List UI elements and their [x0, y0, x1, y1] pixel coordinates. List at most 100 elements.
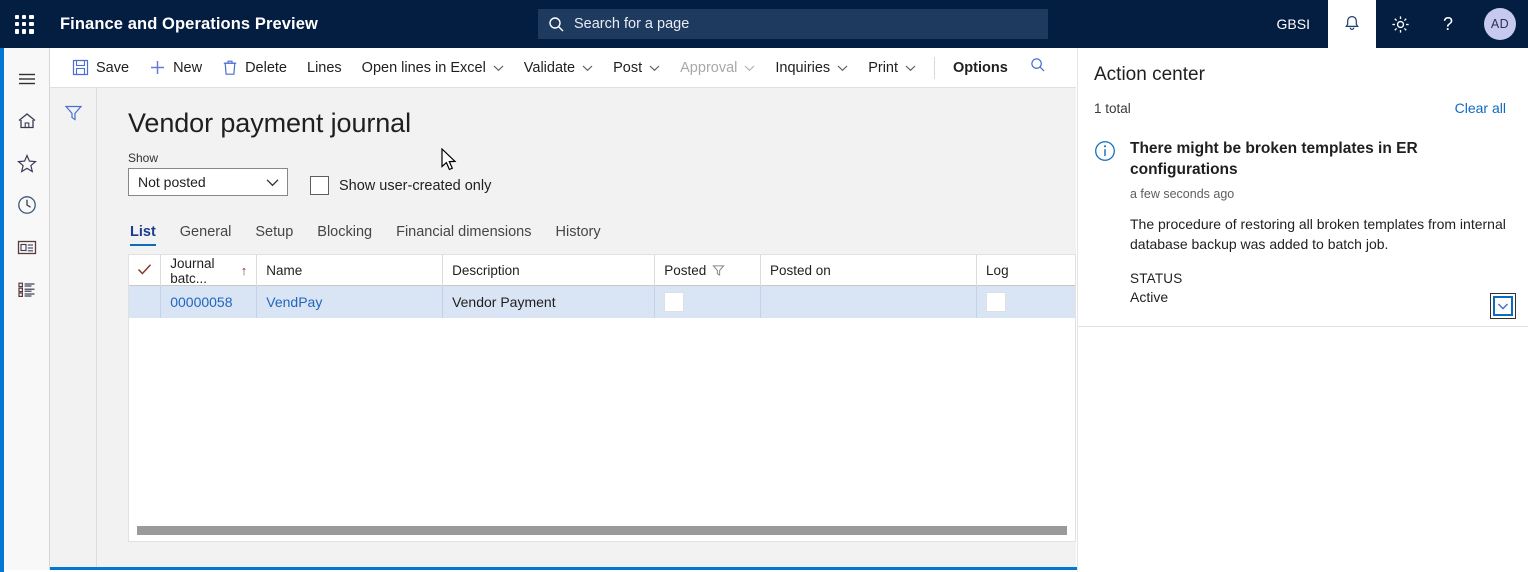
- notifications-button[interactable]: [1328, 0, 1376, 48]
- checkbox-box: [310, 176, 329, 195]
- cell-description[interactable]: Vendor Payment: [443, 286, 656, 318]
- command-inquiries-label: Inquiries: [775, 59, 831, 76]
- command-post[interactable]: Post: [603, 48, 670, 88]
- command-separator: [934, 56, 936, 79]
- filter-toggle-button[interactable]: [59, 100, 87, 126]
- tab-general[interactable]: General: [168, 224, 244, 246]
- table-row[interactable]: 00000058 VendPay Vendor Payment: [129, 286, 1075, 318]
- app-root: Finance and Operations Preview Search fo…: [0, 0, 1528, 572]
- command-print[interactable]: Print: [858, 48, 926, 88]
- horizontal-scrollbar[interactable]: [137, 526, 1067, 535]
- grid-header-journal-batch-number[interactable]: Journal batc... ↑: [161, 255, 258, 286]
- svg-text:?: ?: [1443, 14, 1453, 34]
- grid-header-name[interactable]: Name: [257, 255, 444, 286]
- grid-header-label: Name: [266, 263, 303, 278]
- command-save[interactable]: Save: [62, 48, 139, 88]
- tab-setup[interactable]: Setup: [243, 224, 305, 246]
- page-title: Vendor payment journal: [128, 108, 411, 138]
- search-icon: [548, 16, 565, 33]
- grid-header-posted[interactable]: Posted: [655, 255, 762, 286]
- chevron-down-icon: [493, 64, 504, 72]
- grid-header-posted-on[interactable]: Posted on: [761, 255, 978, 286]
- command-inquiries[interactable]: Inquiries: [765, 48, 858, 88]
- filter-funnel-icon: [64, 105, 82, 121]
- chevron-down-icon: [582, 64, 593, 72]
- top-navigation-bar: Finance and Operations Preview Search fo…: [0, 0, 1528, 48]
- app-launcher-button[interactable]: [0, 0, 48, 48]
- workspace-icon: [17, 240, 36, 254]
- cell-log[interactable]: [977, 286, 1075, 318]
- cell-posted-on[interactable]: [761, 286, 978, 318]
- filter-pane: [50, 88, 97, 570]
- question-mark-icon: ?: [1443, 14, 1453, 34]
- command-search-button[interactable]: [1018, 48, 1058, 88]
- notification-message: The procedure of restoring all broken te…: [1130, 215, 1506, 252]
- command-validate[interactable]: Validate: [514, 48, 603, 88]
- chevron-down-icon: [837, 64, 848, 72]
- name-link[interactable]: VendPay: [266, 294, 322, 310]
- page-content: Vendor payment journal Show Not posted S…: [97, 88, 1076, 570]
- log-checkbox[interactable]: [986, 292, 1007, 312]
- command-delete[interactable]: Delete: [212, 48, 297, 88]
- notification-status-value: Active: [1130, 288, 1169, 305]
- command-lines[interactable]: Lines: [297, 48, 352, 88]
- sidebar-item-modules[interactable]: [4, 268, 50, 310]
- grid-header-label: Log: [986, 263, 1009, 278]
- tab-blocking[interactable]: Blocking: [305, 224, 384, 246]
- command-print-label: Print: [868, 59, 899, 76]
- command-options[interactable]: Options: [943, 48, 1018, 88]
- tab-financial-dimensions[interactable]: Financial dimensions: [384, 224, 543, 246]
- tab-list[interactable]: List: [128, 224, 168, 246]
- grid-header-log[interactable]: Log: [977, 255, 1075, 286]
- notification-count: 1 total: [1094, 100, 1131, 116]
- save-disk-icon: [72, 59, 89, 76]
- global-search-box[interactable]: Search for a page: [538, 9, 1048, 39]
- cell-posted[interactable]: [655, 286, 762, 318]
- show-filter-value: Not posted: [138, 174, 206, 190]
- cell-journal-batch-number[interactable]: 00000058: [161, 286, 258, 318]
- sidebar-item-recent[interactable]: [4, 184, 50, 226]
- notification-item[interactable]: There might be broken templates in ER co…: [1078, 116, 1528, 305]
- command-new[interactable]: New: [139, 48, 212, 88]
- notification-status-label: STATUS: [1130, 270, 1183, 286]
- tab-history[interactable]: History: [544, 224, 613, 246]
- list-icon: [17, 282, 34, 297]
- star-icon: [16, 153, 37, 173]
- grid-header-description[interactable]: Description: [443, 255, 656, 286]
- journal-batch-number-link[interactable]: 00000058: [170, 294, 232, 310]
- global-search-placeholder: Search for a page: [574, 16, 690, 32]
- show-filter-select[interactable]: Not posted: [128, 168, 288, 196]
- settings-button[interactable]: [1376, 0, 1424, 48]
- chevron-down-icon: [744, 64, 755, 72]
- command-delete-label: Delete: [245, 59, 287, 76]
- action-center-divider: [1078, 326, 1528, 327]
- show-user-created-only-checkbox[interactable]: Show user-created only: [310, 176, 491, 195]
- help-button[interactable]: ?: [1424, 0, 1472, 48]
- avatar: AD: [1484, 8, 1516, 40]
- filter-funnel-icon: [712, 264, 725, 277]
- user-avatar-button[interactable]: AD: [1472, 0, 1528, 48]
- command-approval: Approval: [670, 48, 765, 88]
- filter-controls-row: Show Not posted Show user-created only: [128, 151, 1076, 196]
- notification-body: There might be broken templates in ER co…: [1120, 138, 1506, 305]
- command-open-lines-in-excel[interactable]: Open lines in Excel: [352, 48, 514, 88]
- app-launcher-grid-icon: [14, 14, 34, 34]
- notification-expand-button[interactable]: [1490, 293, 1516, 319]
- sidebar-item-hamburger-menu[interactable]: [4, 58, 50, 100]
- grid-select-all-header[interactable]: [129, 255, 162, 286]
- posted-checkbox[interactable]: [664, 292, 685, 312]
- grid-header-label: Description: [452, 263, 520, 278]
- tab-strip: List General Setup Blocking Financial di…: [128, 216, 1076, 246]
- company-selector[interactable]: GBSI: [1259, 0, 1328, 48]
- show-filter-field: Show Not posted: [128, 151, 288, 196]
- sidebar-item-workspaces[interactable]: [4, 226, 50, 268]
- row-select-cell[interactable]: [129, 286, 162, 318]
- grid-header-label: Posted on: [770, 263, 831, 278]
- command-save-label: Save: [96, 59, 130, 76]
- sidebar-item-home[interactable]: [4, 100, 50, 142]
- sidebar-item-favorites[interactable]: [4, 142, 50, 184]
- clear-all-button[interactable]: Clear all: [1455, 100, 1506, 116]
- clock-icon: [17, 196, 36, 214]
- cell-name[interactable]: VendPay: [257, 286, 444, 318]
- top-navigation-right: GBSI ? AD: [1259, 0, 1528, 48]
